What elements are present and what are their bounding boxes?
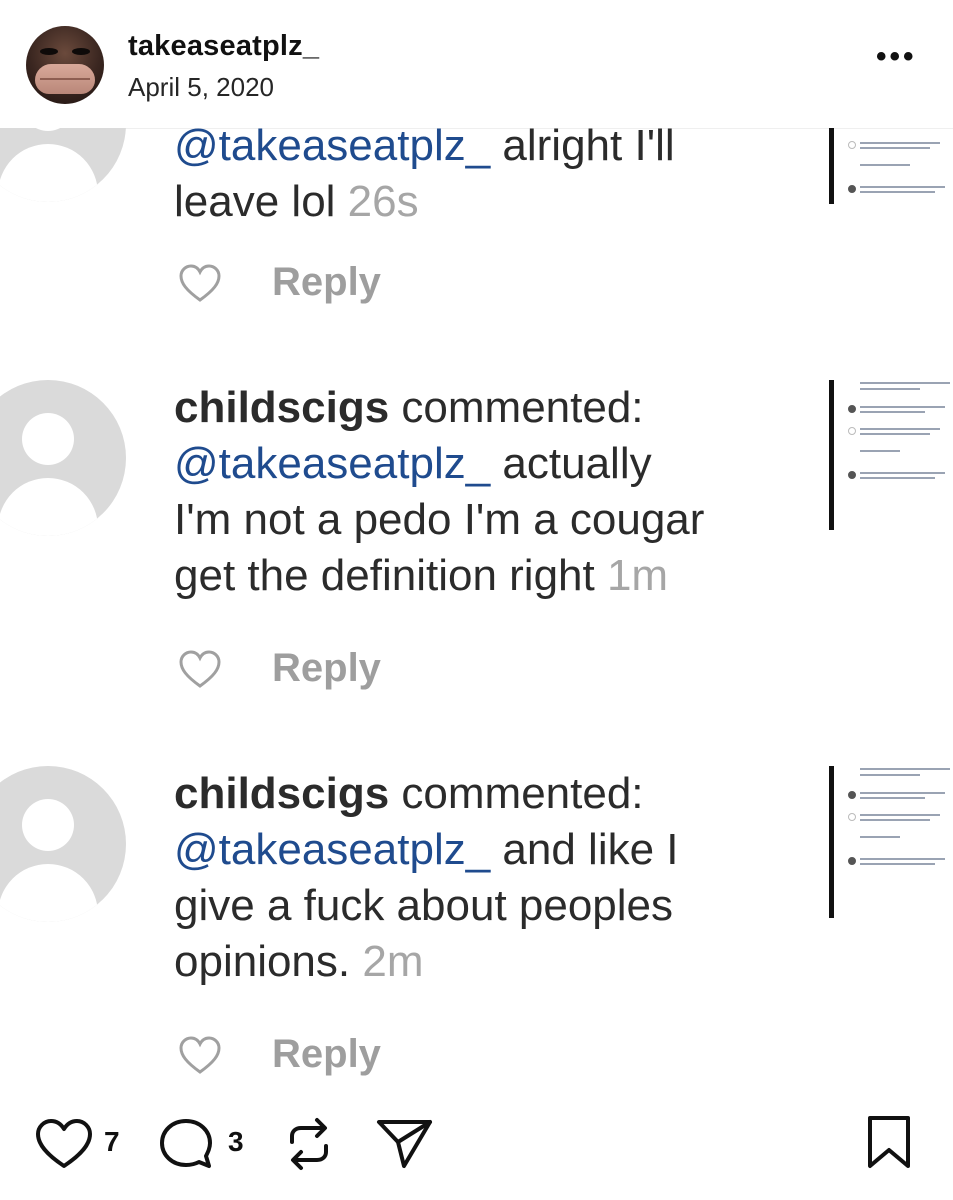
comment-body-text: give a fuck about peoples xyxy=(174,881,674,930)
comment-line: @takeaseatplz_ and like I xyxy=(174,822,679,878)
commenter-avatar xyxy=(0,128,126,202)
comment-text: childscigs commented: @takeaseatplz_ and … xyxy=(174,766,679,990)
comment-body-text: get the definition right xyxy=(174,551,607,600)
comment-text: @takeaseatplz_ alright I'll leave lol 26s xyxy=(174,128,675,230)
comment-line: leave lol 26s xyxy=(174,174,675,230)
like-count: 7 xyxy=(104,1126,120,1157)
comment-count: 3 xyxy=(228,1126,244,1157)
mention-link[interactable]: @takeaseatplz_ xyxy=(174,439,490,488)
commenter-avatar xyxy=(0,766,126,922)
side-bar xyxy=(829,128,834,204)
mention-link[interactable]: @takeaseatplz_ xyxy=(174,825,490,874)
thumbnail-preview xyxy=(848,382,953,492)
commenter-avatar xyxy=(0,380,126,536)
avatar-eye xyxy=(72,48,90,55)
comment-line: I'm not a pedo I'm a cougar xyxy=(174,492,704,548)
post-action-bar: 7 3 xyxy=(0,1098,953,1200)
comment-line: @takeaseatplz_ actually xyxy=(174,436,704,492)
heart-outline-icon[interactable] xyxy=(178,264,222,304)
heart-outline-icon[interactable] xyxy=(178,1036,222,1076)
comment-line: give a fuck about peoples xyxy=(174,878,679,934)
comment-text: childscigs commented: @takeaseatplz_ actu… xyxy=(174,380,704,604)
post-header: takeaseatplz_ April 5, 2020 ••• xyxy=(0,0,953,128)
heart-outline-icon[interactable] xyxy=(178,650,222,690)
comment-line: childscigs commented: xyxy=(174,766,679,822)
post-image: @takeaseatplz_ alright I'll leave lol 26s… xyxy=(0,128,953,1098)
comment-line: childscigs commented: xyxy=(174,380,704,436)
comment-line: opinions. 2m xyxy=(174,934,679,990)
reply-button[interactable]: Reply xyxy=(272,1032,381,1077)
comment-body-text: commented: xyxy=(389,383,644,432)
profile-avatar[interactable] xyxy=(26,26,104,104)
thumbnail-preview xyxy=(848,768,953,878)
post-date: April 5, 2020 xyxy=(128,72,274,102)
avatar-lip-line xyxy=(40,78,90,80)
comment-body-text: leave lol xyxy=(174,177,348,226)
mention-link[interactable]: @takeaseatplz_ xyxy=(174,128,490,170)
comment-body-text: alright I'll xyxy=(490,128,675,170)
comment-body-text: and like I xyxy=(490,825,679,874)
commenter-username[interactable]: childscigs xyxy=(174,769,389,818)
post-username[interactable]: takeaseatplz_ xyxy=(128,30,319,63)
comment-body-text: opinions. xyxy=(174,937,363,986)
more-options-button[interactable]: ••• xyxy=(876,40,917,74)
comment-line: @takeaseatplz_ alright I'll xyxy=(174,128,675,174)
bookmark-icon[interactable] xyxy=(864,1114,914,1172)
reply-button[interactable]: Reply xyxy=(272,260,381,305)
comment-line: get the definition right 1m xyxy=(174,548,704,604)
reply-button[interactable]: Reply xyxy=(272,646,381,691)
thumbnail-preview xyxy=(848,140,953,206)
heart-icon[interactable] xyxy=(34,1118,94,1170)
comment-body-text: commented: xyxy=(389,769,644,818)
comment-body-text: actually xyxy=(490,439,652,488)
comment-body-text: I'm not a pedo I'm a cougar xyxy=(174,495,705,544)
repost-icon[interactable] xyxy=(282,1116,336,1172)
side-bar xyxy=(829,766,834,918)
comment-icon[interactable] xyxy=(156,1116,216,1172)
comment-timestamp: 1m xyxy=(606,551,669,600)
comment-timestamp: 26s xyxy=(347,177,419,226)
commenter-username[interactable]: childscigs xyxy=(174,383,389,432)
share-icon[interactable] xyxy=(374,1114,436,1172)
side-bar xyxy=(829,380,834,530)
comment-timestamp: 2m xyxy=(362,937,424,986)
avatar-eye xyxy=(40,48,58,55)
